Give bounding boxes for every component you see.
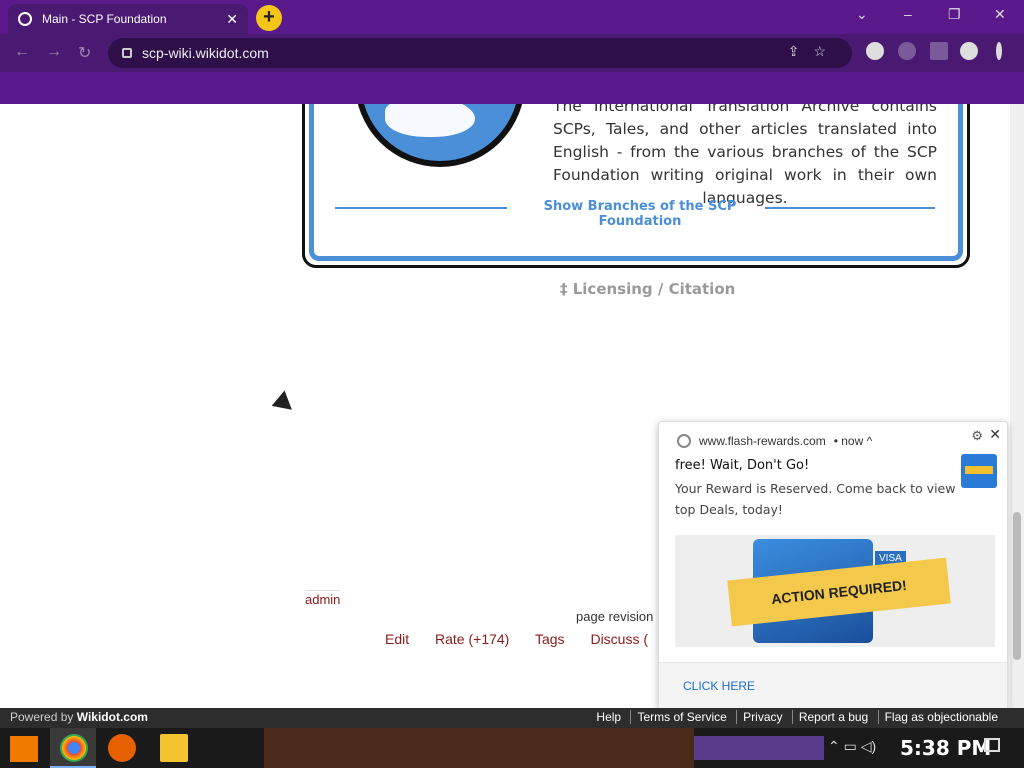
flag-link[interactable]: Flag as objectionable: [877, 710, 998, 724]
extensions-puzzle-icon[interactable]: [898, 42, 916, 60]
notification-title: free! Wait, Don't Go!: [675, 458, 810, 473]
page-header-band: [0, 72, 1024, 104]
tags-link[interactable]: Tags: [535, 631, 565, 647]
powered-by: Powered by Wikidot.com: [10, 710, 148, 724]
back-button[interactable]: ←: [14, 43, 30, 61]
rate-link[interactable]: Rate (+174): [435, 631, 509, 647]
scp-favicon-icon: [18, 12, 32, 26]
kebab-menu-icon[interactable]: [996, 42, 1002, 60]
action-center-icon[interactable]: [984, 738, 1000, 752]
taskbar-clock[interactable]: 5:38 PM: [900, 736, 991, 760]
extension-icon[interactable]: [866, 42, 884, 60]
notification-banner-image[interactable]: VISA ACTION REQUIRED!: [675, 535, 995, 647]
translation-archive-card: The International Translation Archive co…: [302, 104, 970, 268]
tab-search-icon[interactable]: ⌄: [856, 6, 868, 23]
help-link[interactable]: Help: [590, 710, 621, 724]
page-revision-label: page revision: [576, 609, 654, 624]
page-actions: Edit Rate (+174) Tags Discuss (: [385, 631, 670, 647]
chrome-icon: [677, 434, 691, 448]
discuss-link[interactable]: Discuss (: [590, 631, 648, 647]
tab-close-icon[interactable]: ✕: [226, 11, 238, 28]
omnibox-icons[interactable]: ⇪☆: [788, 43, 840, 60]
firefox-app-icon[interactable]: [108, 734, 136, 762]
footer-links: Help Terms of Service Privacy Report a b…: [584, 710, 998, 724]
browser-tab[interactable]: Main - SCP Foundation ✕: [8, 4, 248, 34]
taskbar-wallpaper: [264, 728, 694, 768]
licensing-citation-link[interactable]: ‡ Licensing / Citation: [560, 280, 735, 298]
wikidot-link[interactable]: Wikidot.com: [77, 710, 148, 724]
powered-by-label: Powered by: [10, 710, 74, 724]
windows-taskbar: ⌃ ▭ ◁) 5:38 PM: [0, 728, 1024, 768]
forward-button[interactable]: →: [46, 43, 62, 61]
restore-button[interactable]: ❐: [948, 6, 961, 23]
address-bar[interactable]: scp-wiki.wikidot.com ⇪☆: [108, 38, 852, 68]
click-here-button[interactable]: CLICK HERE: [683, 679, 755, 693]
notification-time[interactable]: • now ^: [834, 434, 873, 448]
file-explorer-icon[interactable]: [160, 734, 188, 762]
minimize-button[interactable]: –: [904, 6, 912, 22]
notification-close-icon[interactable]: ✕: [989, 426, 1001, 443]
system-tray-icons[interactable]: ⌃ ▭ ◁): [828, 738, 876, 755]
notification-header: www.flash-rewards.com • now ^: [677, 434, 872, 448]
chrome-app-icon[interactable]: [60, 734, 88, 762]
notification-thumbnail-icon: [961, 454, 997, 488]
settings-gear-icon[interactable]: ⚙: [971, 428, 983, 444]
mouse-cursor-icon: [271, 390, 299, 418]
terms-link[interactable]: Terms of Service: [630, 710, 727, 724]
notification-footer: CLICK HERE: [659, 662, 1007, 710]
new-tab-button[interactable]: +: [256, 5, 282, 31]
reload-button[interactable]: ↻: [78, 43, 91, 63]
page-scrollbar[interactable]: [1010, 104, 1024, 708]
side-panel-icon[interactable]: [930, 42, 948, 60]
edit-link[interactable]: Edit: [385, 631, 409, 647]
window-close-button[interactable]: ✕: [994, 6, 1006, 23]
report-bug-link[interactable]: Report a bug: [791, 710, 869, 724]
divider-left: [335, 207, 507, 209]
divider-right: [765, 207, 935, 209]
taskbar-decoration: [694, 736, 824, 760]
admin-link[interactable]: admin: [305, 590, 341, 607]
show-branches-link[interactable]: Show Branches of the SCP Foundation: [515, 199, 765, 229]
start-button[interactable]: [10, 736, 38, 762]
wikidot-footer-bar: Powered by Wikidot.com Help Terms of Ser…: [0, 708, 1024, 728]
push-notification[interactable]: www.flash-rewards.com • now ^ ⚙ ✕ free! …: [658, 421, 1008, 711]
url-text: scp-wiki.wikidot.com: [142, 45, 269, 61]
notification-body: Your Reward is Reserved. Come back to vi…: [675, 481, 956, 517]
scp-globe-logo-icon: [345, 104, 535, 177]
notification-source: www.flash-rewards.com: [699, 434, 826, 448]
browser-tab-bar: Main - SCP Foundation ✕ + ⌄ – ❐ ✕: [0, 0, 1024, 34]
privacy-link[interactable]: Privacy: [736, 710, 783, 724]
profile-avatar-icon[interactable]: [960, 42, 978, 60]
lock-icon: [122, 48, 132, 58]
archive-description: The International Translation Archive co…: [553, 104, 937, 207]
scrollbar-thumb[interactable]: [1013, 512, 1021, 660]
tab-title: Main - SCP Foundation: [42, 12, 167, 26]
